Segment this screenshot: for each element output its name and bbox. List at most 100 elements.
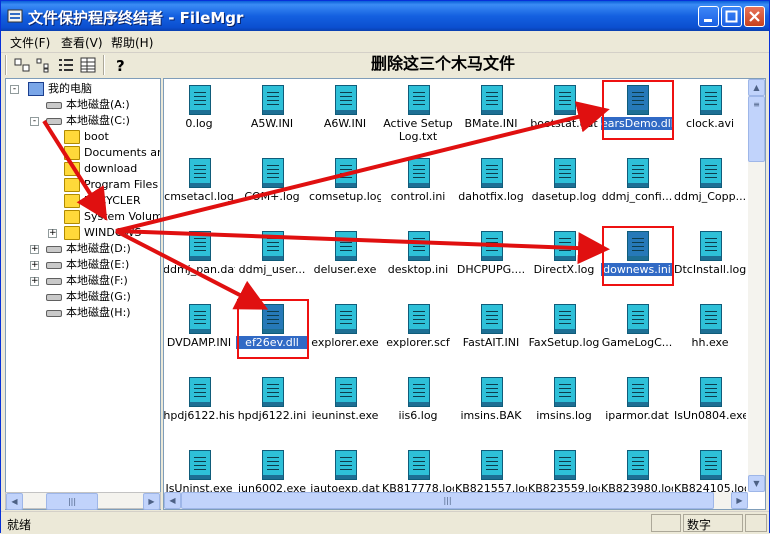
file-item[interactable]: ddmj_Copp...: [674, 154, 746, 224]
file-item[interactable]: bootstat.dat: [528, 81, 600, 151]
tree-node[interactable]: 本地磁盘(H:): [6, 305, 160, 321]
close-button[interactable]: [744, 6, 765, 27]
tree-node[interactable]: - 我的电脑: [6, 81, 160, 97]
tree-node[interactable]: RECYCLER: [6, 193, 160, 209]
tree-node[interactable]: download: [6, 161, 160, 177]
file-item[interactable]: DtcInstall.log: [674, 227, 746, 297]
file-icon-line: [340, 319, 352, 320]
file-item[interactable]: imsins.log: [528, 373, 600, 443]
file-item[interactable]: ddmj_confi...: [601, 154, 673, 224]
expand-icon[interactable]: +: [30, 245, 39, 254]
tree-node[interactable]: + 本地磁盘(E:): [6, 257, 160, 273]
file-item[interactable]: cmsetacl.log: [164, 154, 235, 224]
file-vertical-scrollbar[interactable]: ▲ ≡ ▼: [748, 79, 765, 492]
file-icon-line: [194, 323, 206, 324]
file-list[interactable]: 0.log A5W.INI A6W.INI Active Setup Log.txt B…: [163, 78, 766, 510]
file-item[interactable]: imsins.BAK: [455, 373, 527, 443]
menu-file[interactable]: 文件(F): [10, 34, 50, 51]
file-item[interactable]: IsUn0804.exe: [674, 373, 746, 443]
toolbar-grip: [5, 55, 7, 75]
file-icon-line: [632, 177, 644, 178]
file-item[interactable]: deluser.exe: [309, 227, 381, 297]
expand-icon[interactable]: +: [48, 229, 57, 238]
file-item[interactable]: iparmor.dat: [601, 373, 673, 443]
tree-node[interactable]: 本地磁盘(A:): [6, 97, 160, 113]
file-item[interactable]: earsDemo.dll: [601, 81, 673, 151]
file-item[interactable]: dasetup.log: [528, 154, 600, 224]
file-item[interactable]: ieuninst.exe: [309, 373, 381, 443]
file-item[interactable]: hpdj6122.his: [164, 373, 235, 443]
tree-node[interactable]: boot: [6, 129, 160, 145]
scroll-right-icon[interactable]: ▶: [143, 493, 160, 510]
scroll-thumb[interactable]: |||: [46, 493, 98, 510]
expand-icon[interactable]: +: [30, 277, 39, 286]
scroll-thumb[interactable]: ≡: [748, 96, 765, 162]
file-icon-line: [267, 469, 279, 470]
file-item[interactable]: A6W.INI: [309, 81, 381, 151]
file-icon-line: [559, 311, 571, 312]
file-item[interactable]: COM+.log: [236, 154, 308, 224]
tree-node[interactable]: - 本地磁盘(C:): [6, 113, 160, 129]
tree-node[interactable]: + 本地磁盘(D:): [6, 241, 160, 257]
tree-node-label: System Volume: [84, 210, 161, 223]
small-icons-button[interactable]: [34, 55, 54, 75]
tree-node[interactable]: 本地磁盘(G:): [6, 289, 160, 305]
minimize-button[interactable]: [698, 6, 719, 27]
collapse-icon[interactable]: -: [10, 85, 19, 94]
scroll-left-icon[interactable]: ◀: [164, 492, 181, 509]
file-item[interactable]: explorer.scf: [382, 300, 454, 370]
file-name: hh.exe: [691, 336, 729, 349]
file-item[interactable]: desktop.ini: [382, 227, 454, 297]
file-item[interactable]: comsetup.log: [309, 154, 381, 224]
file-icon-line: [413, 311, 425, 312]
file-item[interactable]: hh.exe: [674, 300, 746, 370]
tree-node[interactable]: + WINDOWS: [6, 225, 160, 241]
file-item[interactable]: 0.log: [164, 81, 235, 151]
tree-node[interactable]: + 本地磁盘(F:): [6, 273, 160, 289]
scroll-thumb[interactable]: |||: [181, 492, 714, 509]
help-button[interactable]: ?: [110, 55, 130, 75]
file-item[interactable]: control.ini: [382, 154, 454, 224]
scroll-up-icon[interactable]: ▲: [748, 79, 765, 96]
file-icon-line: [413, 465, 425, 466]
tree-node[interactable]: Documents and: [6, 145, 160, 161]
large-icons-button[interactable]: [12, 55, 32, 75]
file-item[interactable]: iis6.log: [382, 373, 454, 443]
file-item[interactable]: DVDAMP.INI: [164, 300, 235, 370]
file-item[interactable]: A5W.INI: [236, 81, 308, 151]
menu-view[interactable]: 查看(V): [61, 34, 103, 51]
folder-tree[interactable]: - 我的电脑本地磁盘(A:) - 本地磁盘(C:) boot Documents and d…: [5, 78, 161, 510]
tree-node[interactable]: System Volume: [6, 209, 160, 225]
file-item[interactable]: dahotfix.log: [455, 154, 527, 224]
file-icon-line: [705, 392, 717, 393]
file-horizontal-scrollbar[interactable]: ◀ ||| ▶: [164, 492, 748, 509]
file-item[interactable]: explorer.exe: [309, 300, 381, 370]
file-item[interactable]: hpdj6122.ini: [236, 373, 308, 443]
scroll-left-icon[interactable]: ◀: [6, 493, 23, 510]
file-item[interactable]: Active Setup Log.txt: [382, 81, 454, 151]
collapse-icon[interactable]: -: [30, 117, 39, 126]
file-item[interactable]: DHCPUPG....: [455, 227, 527, 297]
details-view-button[interactable]: [78, 55, 98, 75]
file-item[interactable]: GameLogC...: [601, 300, 673, 370]
file-item[interactable]: clock.avi: [674, 81, 746, 151]
scroll-down-icon[interactable]: ▼: [748, 475, 765, 492]
file-icon: [481, 158, 503, 188]
file-item[interactable]: downews.ini: [601, 227, 673, 297]
tree-node[interactable]: Program Files: [6, 177, 160, 193]
scroll-right-icon[interactable]: ▶: [731, 492, 748, 509]
file-item[interactable]: ddmj_pan.dat: [164, 227, 235, 297]
menu-help[interactable]: 帮助(H): [111, 34, 153, 51]
list-view-button[interactable]: [56, 55, 76, 75]
file-name: iparmor.dat: [605, 409, 669, 422]
maximize-button[interactable]: [721, 6, 742, 27]
file-item[interactable]: ef26ev.dll: [236, 300, 308, 370]
file-item[interactable]: BMate.INI: [455, 81, 527, 151]
title-bar[interactable]: 文件保护程序终结者 - FileMgr: [1, 1, 769, 31]
file-item[interactable]: FastAIT.INI: [455, 300, 527, 370]
expand-icon[interactable]: +: [30, 261, 39, 270]
file-item[interactable]: FaxSetup.log: [528, 300, 600, 370]
file-item[interactable]: DirectX.log: [528, 227, 600, 297]
file-item[interactable]: ddmj_user...: [236, 227, 308, 297]
tree-horizontal-scrollbar[interactable]: ◀ ||| ▶: [5, 492, 161, 510]
